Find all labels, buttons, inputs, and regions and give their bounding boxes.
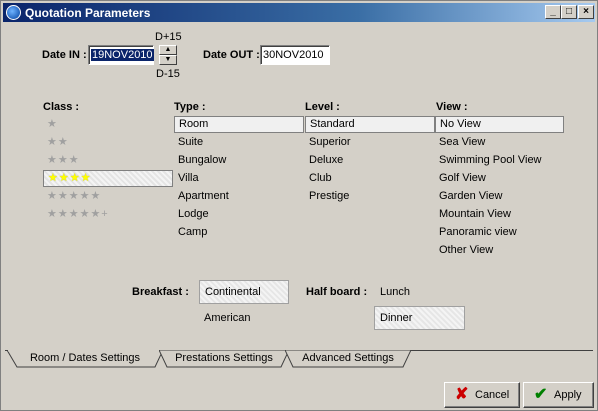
tab-advanced-settings[interactable]: Advanced Settings — [285, 350, 411, 368]
maximize-button[interactable]: □ — [561, 5, 577, 19]
tab-label: Advanced Settings — [302, 352, 394, 364]
star-rating-icon: ★★ — [47, 136, 69, 148]
date-out-value: 30NOV2010 — [263, 49, 324, 61]
view-item-golf-view[interactable]: Golf View — [435, 170, 564, 187]
type-item-suite[interactable]: Suite — [174, 134, 304, 151]
breakfast-label: Breakfast : — [132, 286, 189, 298]
close-icon: × — [583, 6, 589, 17]
arrow-down-icon: ▼ — [164, 56, 172, 63]
view-item-garden-view[interactable]: Garden View — [435, 188, 564, 205]
class-item[interactable]: ★★★★★+ — [43, 206, 173, 223]
view-item-other-view[interactable]: Other View — [435, 242, 564, 259]
type-item-room[interactable]: Room — [174, 116, 304, 133]
breakfast-option-continental[interactable]: Continental — [199, 280, 289, 304]
class-item[interactable]: ★★ — [43, 134, 173, 151]
type-item-apartment[interactable]: Apartment — [174, 188, 304, 205]
checkmark-icon: ✔ — [534, 386, 548, 403]
apply-button[interactable]: ✔ Apply — [523, 382, 594, 408]
app-icon[interactable] — [6, 5, 21, 20]
half-board-option-lunch[interactable]: Lunch — [375, 280, 465, 304]
half-board-option-dinner[interactable]: Dinner — [374, 306, 465, 330]
class-item[interactable]: ★★★★★ — [43, 188, 173, 205]
date-in-label: Date IN : — [42, 49, 87, 61]
view-item-no-view[interactable]: No View — [435, 116, 564, 133]
star-rating-icon: ★★★ — [47, 154, 80, 166]
view-item-mountain-view[interactable]: Mountain View — [435, 206, 564, 223]
date-out-label: Date OUT : — [203, 49, 260, 61]
breakfast-option-american[interactable]: American — [199, 306, 289, 330]
level-item-club[interactable]: Club — [305, 170, 435, 187]
minimize-button[interactable]: _ — [545, 5, 561, 19]
type-item-lodge[interactable]: Lodge — [174, 206, 304, 223]
cancel-label: Cancel — [475, 389, 510, 401]
close-button[interactable]: × — [578, 5, 594, 19]
type-item-camp[interactable]: Camp — [174, 224, 304, 241]
star-rating-icon: ★★★★★+ — [47, 208, 109, 220]
star-rating-icon: ★ — [47, 118, 58, 130]
minimize-icon: _ — [550, 6, 556, 17]
title-bar[interactable]: Quotation Parameters _ □ × — [3, 3, 595, 22]
view-item-panoramic-view[interactable]: Panoramic view — [435, 224, 564, 241]
level-item-prestige[interactable]: Prestige — [305, 188, 435, 205]
cancel-button[interactable]: ✘ Cancel — [444, 382, 520, 408]
star-rating-icon: ★★★★★ — [47, 190, 102, 202]
x-icon: ✘ — [455, 386, 469, 403]
quotation-window: Quotation Parameters _ □ × Date IN : 19N… — [0, 0, 598, 411]
type-header: Type : — [174, 101, 206, 113]
tab-label: Prestations Settings — [175, 352, 273, 364]
date-in-field[interactable]: 19NOV2010 — [88, 45, 154, 65]
offset-down-label: D-15 — [156, 68, 180, 80]
level-item-standard[interactable]: Standard — [305, 116, 435, 133]
view-header: View : — [436, 101, 468, 113]
arrow-up-icon: ▲ — [164, 46, 172, 53]
view-item-sea-view[interactable]: Sea View — [435, 134, 564, 151]
class-item[interactable]: ★★★ — [43, 152, 173, 169]
level-item-superior[interactable]: Superior — [305, 134, 435, 151]
type-item-villa[interactable]: Villa — [174, 170, 304, 187]
class-item-selected[interactable]: ★★★★ — [43, 170, 173, 187]
level-header: Level : — [305, 101, 340, 113]
view-item-swimming-pool-view[interactable]: Swimming Pool View — [435, 152, 564, 169]
class-item[interactable]: ★ — [43, 116, 173, 133]
tab-strip: Room / Dates Settings Prestations Settin… — [5, 350, 593, 368]
class-header: Class : — [43, 101, 80, 113]
tab-room-dates-settings[interactable]: Room / Dates Settings — [7, 350, 163, 368]
date-out-field[interactable]: 30NOV2010 — [260, 45, 330, 65]
star-rating-icon: ★★★★ — [48, 172, 92, 184]
date-increase-button[interactable]: ▲ — [159, 45, 177, 55]
window-title: Quotation Parameters — [25, 6, 151, 20]
level-item-deluxe[interactable]: Deluxe — [305, 152, 435, 169]
offset-up-label: D+15 — [155, 31, 182, 43]
maximize-icon: □ — [565, 6, 573, 17]
date-in-value: 19NOV2010 — [91, 49, 154, 61]
half-board-label: Half board : — [306, 286, 368, 298]
date-decrease-button[interactable]: ▼ — [159, 55, 177, 65]
apply-label: Apply — [554, 389, 582, 401]
tab-prestations-settings[interactable]: Prestations Settings — [159, 350, 289, 368]
tab-label: Room / Dates Settings — [29, 352, 141, 364]
type-item-bungalow[interactable]: Bungalow — [174, 152, 304, 169]
